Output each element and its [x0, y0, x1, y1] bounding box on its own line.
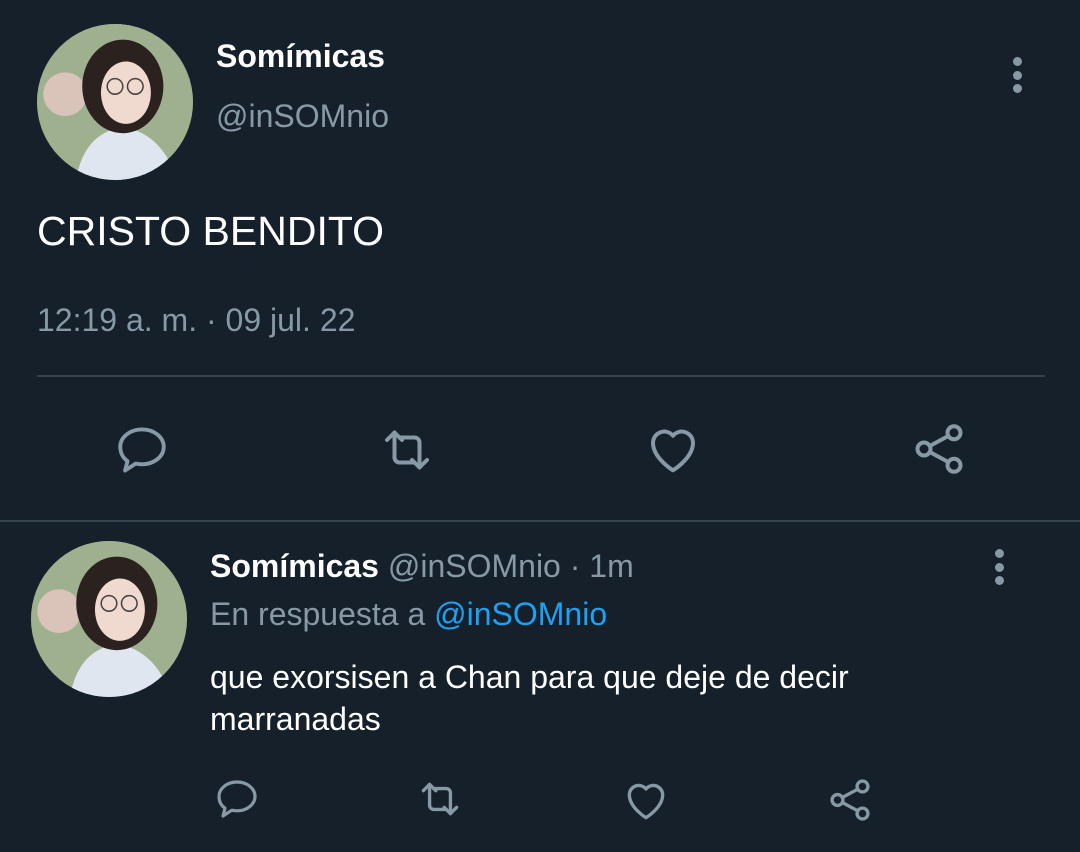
mention-link[interactable]: @inSOMnio: [434, 596, 607, 632]
heart-icon[interactable]: [642, 418, 704, 480]
tweet-text: CRISTO BENDITO: [37, 208, 385, 254]
display-name[interactable]: Somímicas: [216, 38, 385, 75]
retweet-icon[interactable]: [376, 420, 438, 480]
more-vertical-icon[interactable]: [994, 549, 1004, 585]
time-ago[interactable]: 1m: [589, 548, 633, 584]
reply-prefix: En respuesta a: [210, 596, 426, 632]
handle[interactable]: @inSOMnio: [216, 98, 389, 135]
reply-context: En respuesta a @inSOMnio: [210, 596, 607, 633]
retweet-icon[interactable]: [414, 774, 466, 824]
more-vertical-icon[interactable]: [1012, 57, 1022, 93]
separator: ·: [569, 548, 581, 584]
reply-header: Somímicas @inSOMnio · 1m: [210, 548, 634, 585]
handle[interactable]: @inSOMnio: [388, 548, 561, 584]
reply-icon[interactable]: [112, 420, 172, 480]
share-icon[interactable]: [824, 774, 876, 826]
avatar[interactable]: [37, 24, 193, 180]
avatar-photo: [37, 24, 193, 180]
share-icon[interactable]: [908, 418, 970, 480]
display-name[interactable]: Somímicas: [210, 548, 379, 584]
heart-icon[interactable]: [620, 774, 672, 826]
timestamp[interactable]: 12:19 a. m. · 09 jul. 22: [37, 302, 355, 339]
divider: [37, 375, 1045, 377]
divider: [0, 520, 1080, 522]
reply-icon[interactable]: [212, 774, 262, 824]
tweet-text: que exorsisen a Chan para que deje de de…: [210, 659, 849, 737]
avatar-photo: [31, 541, 187, 697]
avatar[interactable]: [31, 541, 187, 697]
